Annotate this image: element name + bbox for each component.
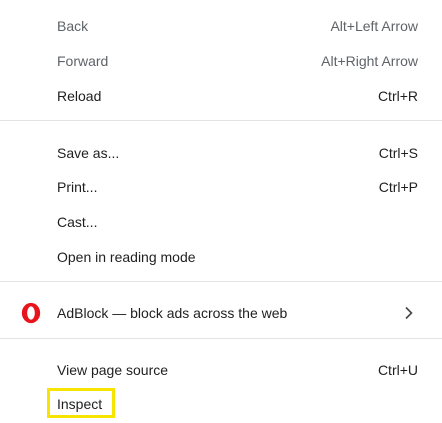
menu-item-view-source[interactable]: View page source Ctrl+U xyxy=(0,352,442,387)
menu-item-label: Print... xyxy=(57,178,98,195)
menu-item-shortcut: Ctrl+P xyxy=(378,178,418,195)
opera-adblock-icon xyxy=(21,302,41,323)
menu-item-back[interactable]: Back Alt+Left Arrow xyxy=(0,8,442,43)
menu-item-cast[interactable]: Cast... xyxy=(0,204,442,239)
menu-item-label: Back xyxy=(57,17,89,34)
menu-item-label: View page source xyxy=(57,361,169,378)
menu-item-label: Reload xyxy=(57,87,102,104)
chevron-right-icon xyxy=(405,306,413,319)
menu-divider xyxy=(0,120,442,121)
context-menu: Back Alt+Left Arrow Forward Alt+Right Ar… xyxy=(0,0,442,423)
menu-item-adblock[interactable]: AdBlock — block ads across the web xyxy=(0,295,442,330)
menu-item-label: Save as... xyxy=(57,144,120,161)
menu-item-reading-mode[interactable]: Open in reading mode xyxy=(0,239,442,274)
menu-divider xyxy=(0,338,442,339)
menu-item-shortcut: Alt+Right Arrow xyxy=(321,52,418,69)
menu-item-label: Cast... xyxy=(57,213,98,230)
menu-item-shortcut: Ctrl+S xyxy=(378,144,418,161)
highlight-box xyxy=(47,388,115,418)
menu-item-save-as[interactable]: Save as... Ctrl+S xyxy=(0,135,442,170)
menu-item-print[interactable]: Print... Ctrl+P xyxy=(0,169,442,204)
menu-item-reload[interactable]: Reload Ctrl+R xyxy=(0,78,442,113)
menu-item-shortcut: Ctrl+U xyxy=(377,361,418,378)
menu-item-shortcut: Ctrl+R xyxy=(377,87,418,104)
menu-item-label: Open in reading mode xyxy=(57,248,196,265)
menu-divider xyxy=(0,281,442,282)
menu-item-shortcut: Alt+Left Arrow xyxy=(330,17,418,34)
menu-item-forward[interactable]: Forward Alt+Right Arrow xyxy=(0,43,442,78)
menu-item-label: AdBlock — block ads across the web xyxy=(57,304,288,321)
menu-item-label: Forward xyxy=(57,52,109,69)
